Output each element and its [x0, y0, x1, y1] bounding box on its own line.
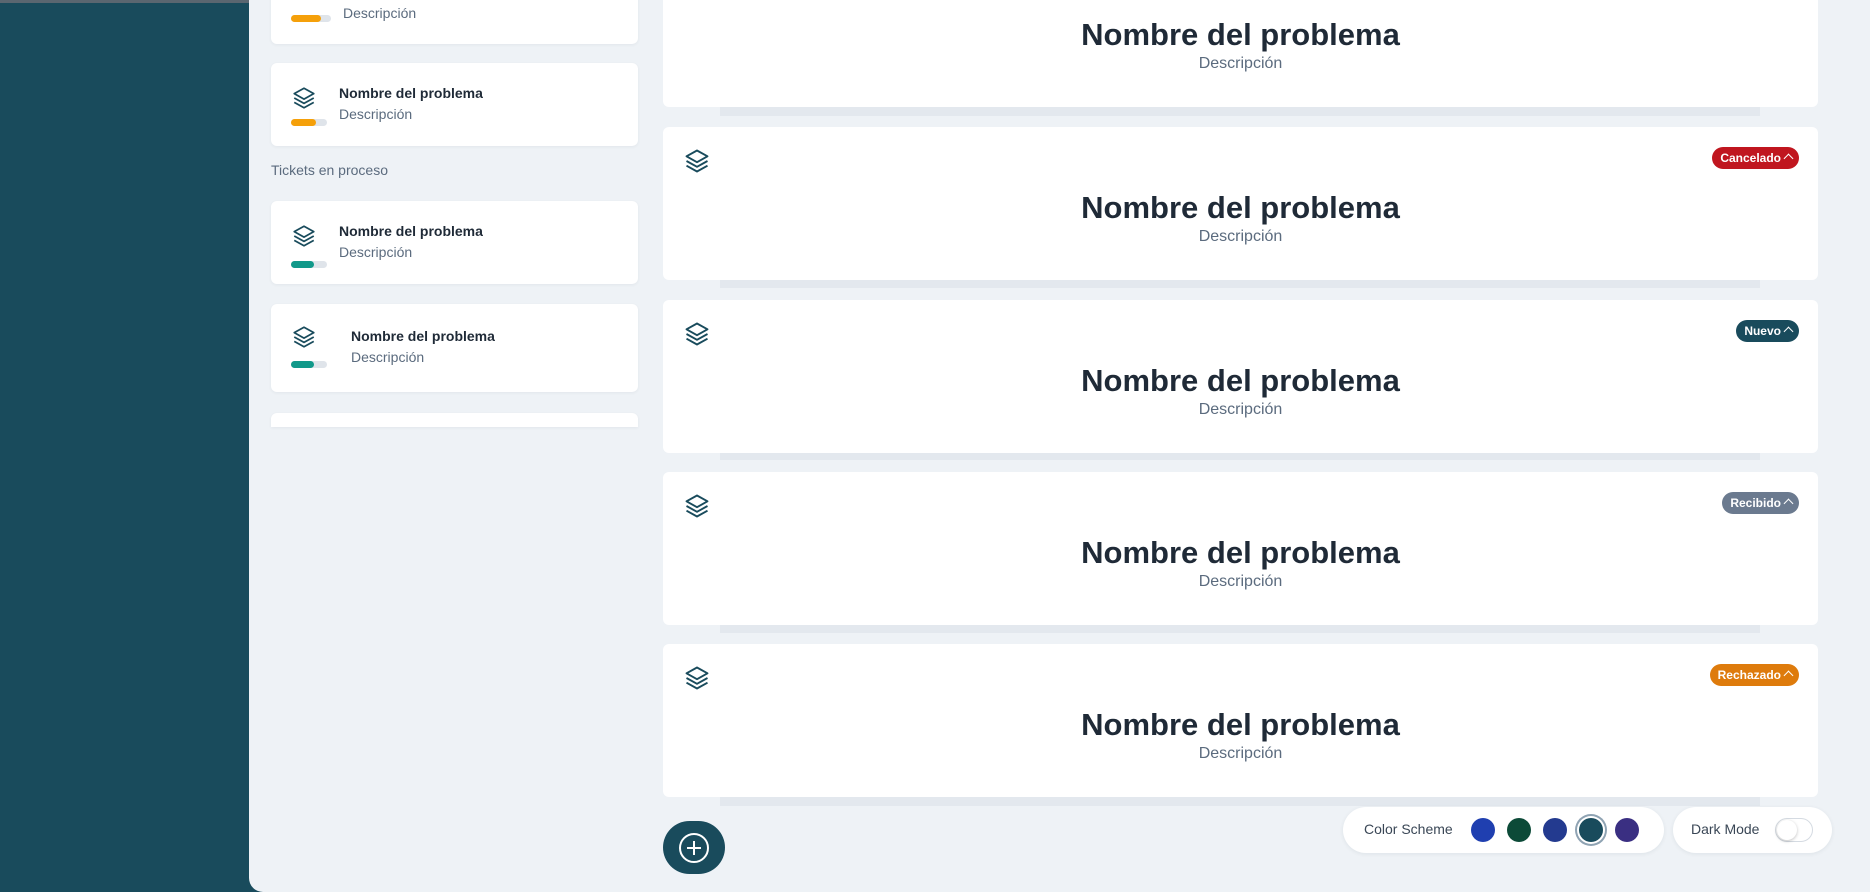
color-swatch[interactable]: [1471, 818, 1495, 842]
plus-circle-icon: [679, 833, 709, 863]
card-shadow-strip: [720, 106, 1760, 116]
status-badge[interactable]: Recibido: [1722, 492, 1799, 514]
ticket-title: Nombre del problema: [1081, 363, 1400, 398]
sidebar-ticket-card-partial[interactable]: [271, 413, 638, 427]
ticket-description: Descripción: [339, 106, 413, 122]
dark-mode-label: Dark Mode: [1691, 821, 1760, 837]
ticket-title: Nombre del problema: [1081, 190, 1400, 225]
ticket-title: Nombre del problema: [1081, 535, 1400, 570]
layers-icon: [685, 494, 709, 518]
layers-icon: [293, 225, 315, 247]
dark-mode-toggle[interactable]: [1775, 818, 1813, 842]
ticket-title: Nombre del problema: [339, 223, 483, 239]
ticket-description: Descripción: [351, 349, 425, 365]
sidebar-ticket-card[interactable]: Nombre del problema Descripción: [271, 201, 638, 284]
ticket-description: Descripción: [1198, 228, 1283, 245]
color-scheme-label: Color Scheme: [1364, 821, 1453, 837]
progress-fill: [291, 261, 315, 268]
ticket-title: Nombre del problema: [351, 328, 495, 344]
dark-mode-control: Dark Mode: [1673, 807, 1832, 853]
layers-icon: [685, 666, 709, 690]
status-badge-label: Rechazado: [1717, 668, 1781, 682]
progress-fill: [291, 119, 317, 126]
ticket-card[interactable]: Nombre del problema Descripción: [663, 0, 1818, 107]
sidebar-ticket-card[interactable]: Nombre del problema Descripción: [271, 63, 638, 146]
chevron-up-icon: [1783, 153, 1794, 164]
color-swatch[interactable]: [1507, 818, 1531, 842]
status-badge[interactable]: Rechazado: [1709, 664, 1799, 686]
layers-icon: [685, 322, 709, 346]
ticket-card[interactable]: Rechazado Nombre del problema Descripció…: [663, 644, 1818, 797]
add-ticket-button[interactable]: [663, 821, 725, 874]
chevron-up-icon: [1783, 498, 1794, 509]
layers-icon: [293, 87, 315, 109]
chevron-up-icon: [1783, 670, 1794, 681]
progress-bar: [291, 361, 327, 368]
sidebar-ticket-card[interactable]: Descripción: [271, 0, 638, 44]
ticket-title: Nombre del problema: [1081, 17, 1400, 52]
layers-icon: [293, 326, 315, 348]
ticket-title: Nombre del problema: [339, 85, 483, 101]
progress-fill: [291, 361, 315, 368]
status-badge[interactable]: Cancelado: [1712, 147, 1799, 169]
ticket-description: Descripción: [1198, 401, 1283, 418]
status-badge-label: Cancelado: [1720, 151, 1781, 165]
progress-bar: [291, 119, 327, 126]
layers-icon: [685, 149, 709, 173]
ticket-card[interactable]: Recibido Nombre del problema Descripción: [663, 472, 1818, 625]
status-badge-label: Nuevo: [1744, 324, 1781, 338]
status-badge-label: Recibido: [1730, 496, 1781, 510]
ticket-card[interactable]: Cancelado Nombre del problema Descripció…: [663, 127, 1818, 280]
ticket-description: Descripción: [339, 244, 413, 260]
ticket-description: Descripción: [1198, 55, 1283, 72]
chevron-up-icon: [1783, 326, 1794, 337]
color-swatch[interactable]: [1615, 818, 1639, 842]
ticket-description: Descripción: [1198, 745, 1283, 762]
ticket-card[interactable]: Nuevo Nombre del problema Descripción: [663, 300, 1818, 453]
ticket-description: Descripción: [1198, 573, 1283, 590]
sidebar-ticket-card[interactable]: Nombre del problema Descripción: [271, 304, 638, 392]
ticket-description: Descripción: [343, 5, 417, 21]
color-scheme-picker: Color Scheme: [1343, 807, 1664, 853]
progress-bar: [291, 15, 331, 22]
progress-bar: [291, 261, 327, 268]
ticket-title: Nombre del problema: [1081, 707, 1400, 742]
card-shadow-strip: [720, 796, 1760, 806]
color-swatch[interactable]: [1579, 818, 1603, 842]
toggle-knob: [1777, 820, 1797, 840]
progress-fill: [291, 15, 321, 22]
color-swatch[interactable]: [1543, 818, 1567, 842]
section-label-in-progress: Tickets en proceso: [271, 162, 388, 178]
status-badge[interactable]: Nuevo: [1736, 320, 1799, 342]
